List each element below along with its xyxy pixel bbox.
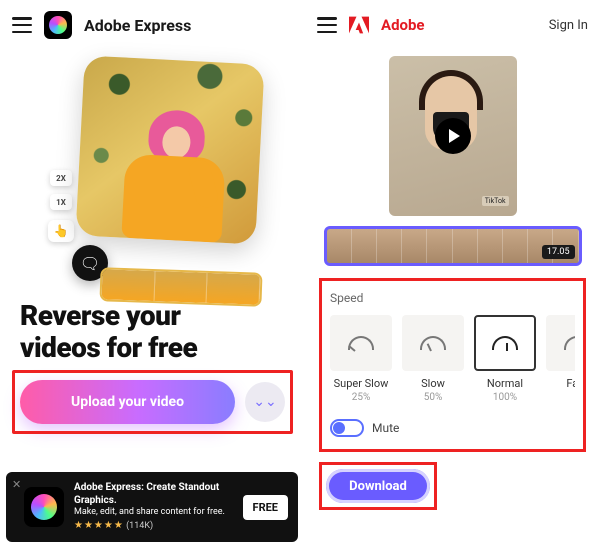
speed-panel: Speed Super Slow 25% Slow 50% Normal 100… <box>319 278 586 452</box>
speed-label: Speed <box>330 291 575 305</box>
upload-row: Upload your video ⌄⌄ <box>12 370 293 434</box>
mute-label: Mute <box>372 421 399 435</box>
tiktok-watermark: TikTok <box>482 196 509 206</box>
gauge-icon <box>492 336 518 350</box>
menu-icon[interactable] <box>12 17 32 33</box>
promo-desc: Make, edit, and share content for free. <box>74 507 233 519</box>
promo-app-icon <box>24 487 64 527</box>
brand-name: Adobe <box>381 16 425 34</box>
cursor-icon[interactable]: 👆 <box>48 220 74 242</box>
mute-toggle[interactable] <box>330 419 364 437</box>
close-icon[interactable]: ✕ <box>12 478 21 491</box>
download-row: Download <box>319 462 437 510</box>
hero-image-area: 2X 1X 👆 🗨 <box>0 50 305 280</box>
gauge-icon <box>348 336 374 350</box>
gauge-icon <box>564 336 575 350</box>
chevron-down-icon: ⌄⌄ <box>253 394 276 410</box>
duration-badge: 17.05 <box>542 245 575 259</box>
menu-icon[interactable] <box>317 17 337 33</box>
video-preview[interactable]: TikTok <box>389 56 517 216</box>
brand-name: Adobe Express <box>84 16 191 35</box>
sample-photo <box>75 55 264 244</box>
zoom-2x-button[interactable]: 2X <box>50 170 72 186</box>
app-promo-banner: ✕ Adobe Express: Create Standout Graphic… <box>6 472 298 542</box>
gauge-icon <box>420 336 446 350</box>
promo-title: Adobe Express: Create Standout Graphics. <box>74 481 233 507</box>
play-icon[interactable] <box>435 118 471 154</box>
filmstrip-thumbnail <box>99 267 262 307</box>
rating-count: (114K) <box>126 521 153 531</box>
speed-option-fast[interactable]: Fast <box>546 315 575 403</box>
speed-option-super-slow[interactable]: Super Slow 25% <box>330 315 392 403</box>
upload-video-button[interactable]: Upload your video <box>20 380 235 424</box>
sign-in-link[interactable]: Sign In <box>549 18 588 33</box>
adobe-express-logo <box>44 11 72 39</box>
expand-chevron-button[interactable]: ⌄⌄ <box>245 382 285 422</box>
rating-stars: ★★★★★ <box>74 520 124 531</box>
speed-option-normal[interactable]: Normal 100% <box>474 315 536 403</box>
zoom-1x-button[interactable]: 1X <box>50 194 72 210</box>
download-button[interactable]: Download <box>326 469 430 503</box>
speed-option-slow[interactable]: Slow 50% <box>402 315 464 403</box>
adobe-logo-icon <box>349 16 369 34</box>
video-timeline[interactable]: 17.05 <box>324 226 582 266</box>
install-free-button[interactable]: FREE <box>243 495 288 520</box>
